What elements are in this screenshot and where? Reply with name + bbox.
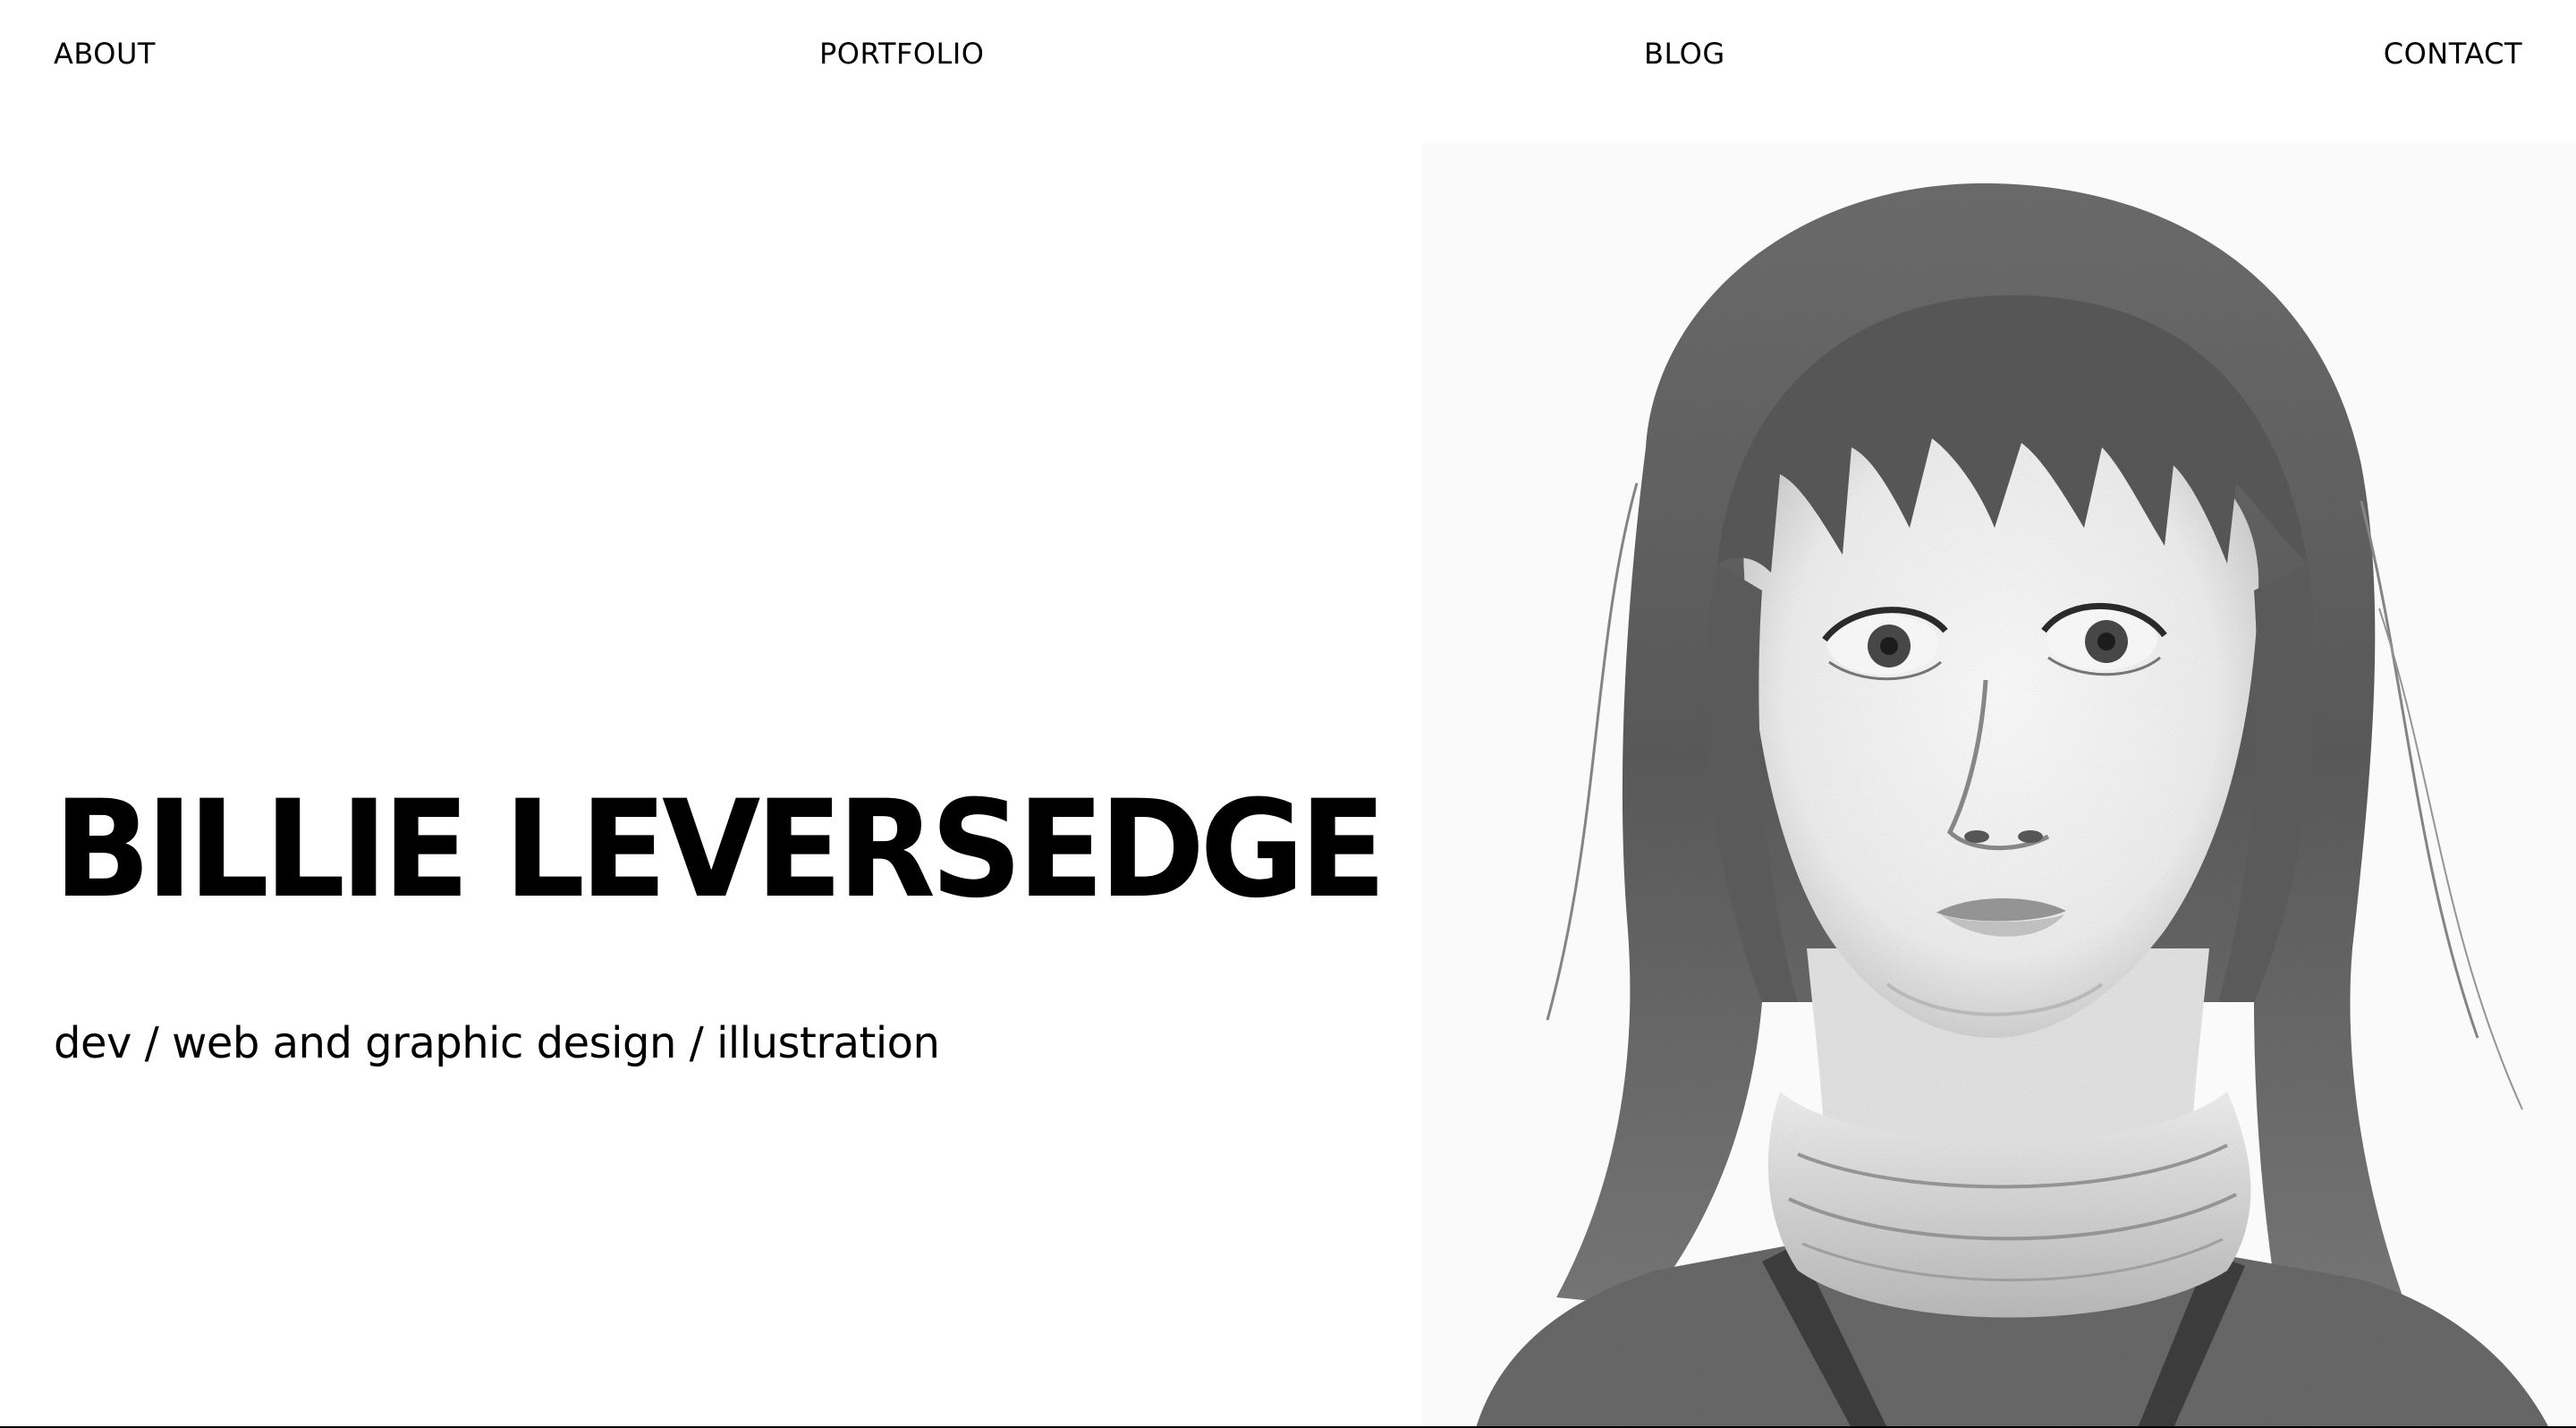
page: ABOUT PORTFOLIO BLOG CONTACT BILLIE LEVE… [0, 0, 2576, 1428]
portrait-sketch [1422, 143, 2576, 1428]
nav-about-link[interactable]: ABOUT [54, 32, 156, 75]
nav-contact-link[interactable]: CONTACT [2384, 32, 2522, 75]
nav-portfolio-link[interactable]: PORTFOLIO [819, 32, 984, 75]
hero-tagline: dev / web and graphic design / illustrat… [54, 1018, 940, 1068]
hero-name-heading: BILLIE LEVERSEDGE [54, 772, 1386, 928]
nav-blog-link[interactable]: BLOG [1644, 32, 1725, 75]
hero-portrait-illustration [1422, 143, 2576, 1428]
top-nav: ABOUT PORTFOLIO BLOG CONTACT [0, 32, 2576, 75]
